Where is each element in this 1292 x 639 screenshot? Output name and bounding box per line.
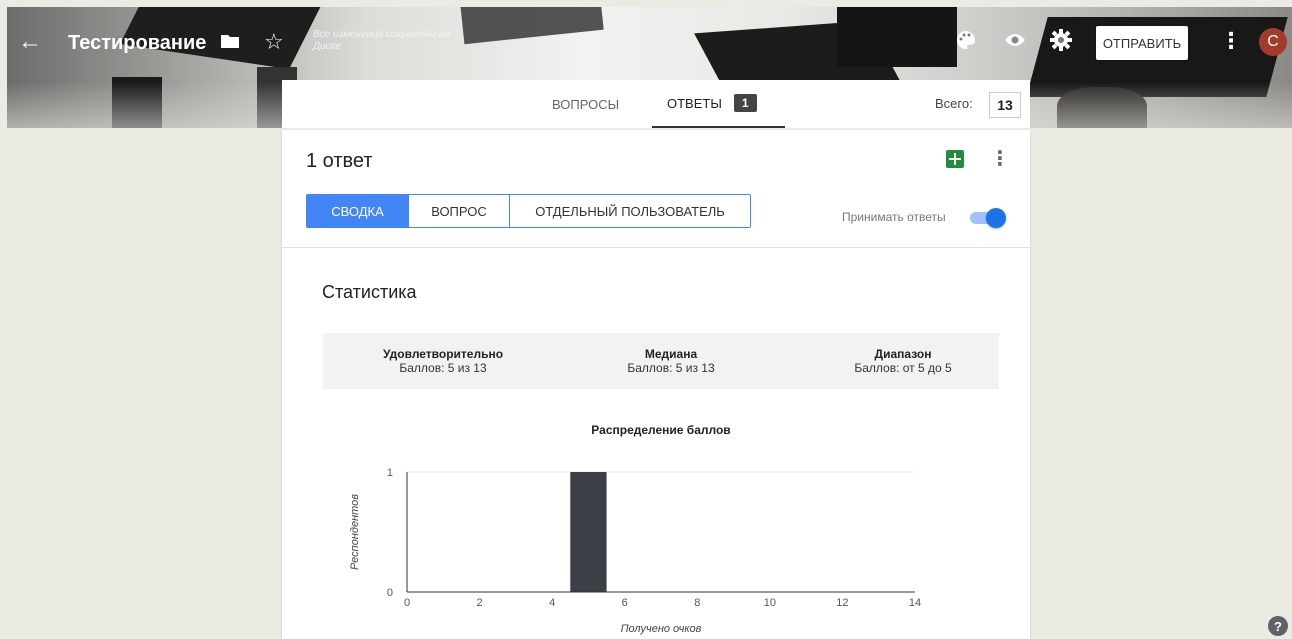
palette-icon[interactable] [956, 30, 976, 50]
responses-count-title: 1 ответ [306, 150, 373, 172]
preview-eye-icon[interactable] [1004, 32, 1026, 48]
chart-x-tick-label: 10 [764, 597, 776, 609]
send-button[interactable]: ОТПРАВИТЬ [1096, 26, 1188, 60]
back-arrow-icon[interactable]: ← [18, 30, 48, 54]
view-switcher: СВОДКА ВОПРОС ОТДЕЛЬНЫЙ ПОЛЬЗОВАТЕЛЬ [306, 194, 751, 228]
stat-value: Баллов: 5 из 13 [627, 361, 715, 375]
answers-count-badge: 1 [733, 94, 757, 112]
more-options-icon[interactable]: ⋮ [1220, 28, 1242, 54]
statistics-title: Статистика [322, 282, 417, 302]
total-points-value: 13 [989, 92, 1021, 118]
chart-x-axis-label: Получено очков [621, 623, 702, 635]
accept-responses-label: Принимать ответы [842, 210, 946, 224]
sheets-icon[interactable] [946, 150, 964, 168]
stat-range: Диапазон Баллов: от 5 до 5 [813, 347, 993, 375]
help-icon[interactable]: ? [1268, 616, 1288, 636]
total-points-label: Всего: [935, 96, 973, 111]
toggle-knob [986, 208, 1006, 228]
chart-bars [570, 472, 607, 592]
statistics-box: Удовлетворительно Баллов: 5 из 13 Медиан… [323, 333, 999, 389]
stat-label: Диапазон [874, 347, 932, 361]
tab-answers-label: ОТВЕТЫ [667, 95, 722, 111]
chart-title: Распределение баллов [591, 423, 730, 437]
accept-responses-toggle[interactable] [970, 208, 1006, 228]
responses-more-icon[interactable]: ⋮ [990, 146, 1010, 171]
stat-value: Баллов: 5 из 13 [399, 361, 487, 375]
stat-median: Медиана Баллов: 5 из 13 [581, 347, 761, 375]
view-individual-button[interactable]: ОТДЕЛЬНЫЙ ПОЛЬЗОВАТЕЛЬ [510, 195, 750, 227]
chart-svg: Распределение баллов Респондентов Получе… [349, 423, 921, 635]
chart-x-ticks: 0 2 4 6 8 10 12 14 [404, 597, 921, 609]
chart-y-tick-label: 1 [387, 467, 393, 479]
chart-y-axis-label: Респондентов [349, 494, 361, 570]
chart-x-tick-label: 12 [836, 597, 848, 609]
stat-label: Удовлетворительно [382, 347, 504, 361]
chart-x-tick-label: 2 [477, 597, 483, 609]
divider [282, 247, 1030, 248]
stat-satisfactory: Удовлетворительно Баллов: 5 из 13 [353, 347, 533, 375]
chart-x-tick-label: 14 [909, 597, 921, 609]
stat-value: Баллов: от 5 до 5 [854, 361, 952, 375]
responses-card: 1 ответ ⋮ СВОДКА ВОПРОС ОТДЕЛЬНЫЙ ПОЛЬЗО… [282, 130, 1030, 639]
score-distribution-chart: Распределение баллов Респондентов Получе… [282, 410, 1030, 639]
tab-answers[interactable]: ОТВЕТЫ 1 [652, 80, 785, 128]
chart-y-ticks: 01 [387, 467, 393, 599]
stat-label: Медиана [644, 347, 698, 361]
banner-graphic [837, 7, 957, 67]
tab-questions[interactable]: ВОПРОСЫ [552, 80, 619, 128]
star-icon[interactable]: ☆ [264, 29, 284, 55]
view-question-button[interactable]: ВОПРОС [409, 195, 510, 227]
chart-x-tick-label: 4 [549, 597, 555, 609]
chart-bar [570, 472, 607, 592]
form-title[interactable]: Тестирование [68, 32, 206, 55]
form-tabs-bar: ВОПРОСЫ ОТВЕТЫ 1 Всего: 13 [282, 80, 1030, 128]
chart-x-tick-label: 0 [404, 597, 410, 609]
view-summary-button[interactable]: СВОДКА [307, 195, 409, 227]
chart-y-tick-label: 0 [387, 587, 393, 599]
save-status: Все изменения сохранены на Диске [313, 29, 451, 52]
banner-graphic [460, 7, 604, 45]
settings-gear-icon[interactable] [1050, 29, 1072, 51]
chart-x-tick-label: 8 [694, 597, 700, 609]
avatar[interactable]: C [1259, 28, 1287, 56]
folder-icon[interactable] [220, 33, 240, 49]
chart-x-tick-label: 6 [622, 597, 628, 609]
